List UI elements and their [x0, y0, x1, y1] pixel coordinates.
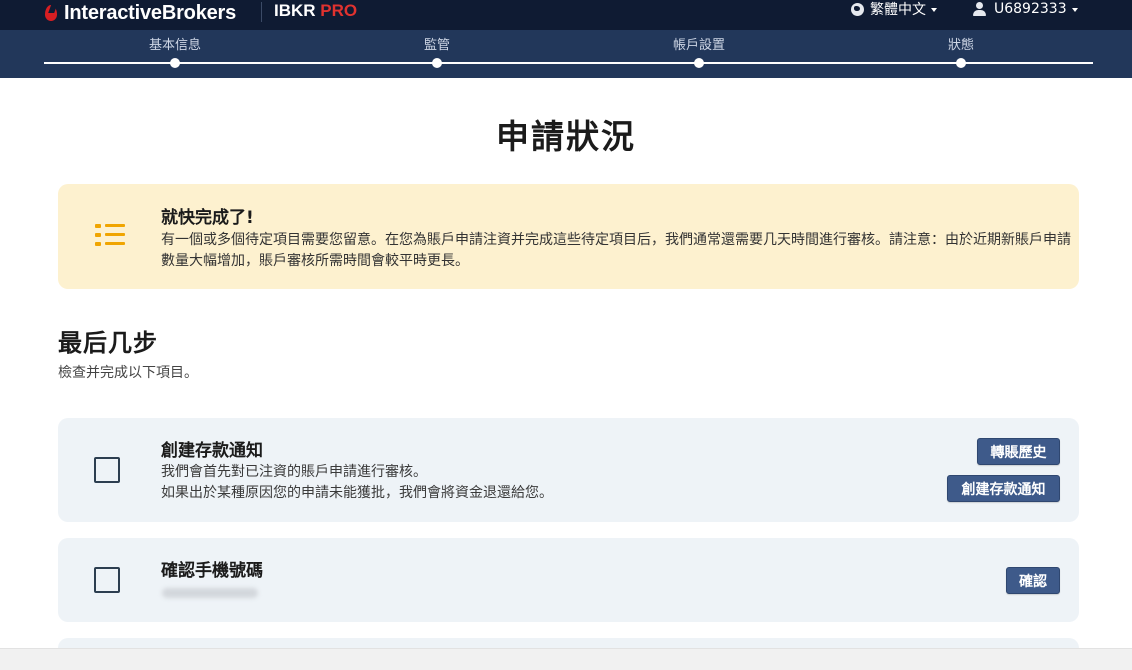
task-card-deposit-notice: 創建存款通知 我們會首先對已注資的賬戶申請進行審核。 如果出於某種原因您的申請未…	[58, 418, 1079, 522]
bottom-scroll-edge	[0, 648, 1132, 670]
notice-title: 就快完成了!	[161, 208, 254, 228]
step-label-account-setup: 帳戶設置	[672, 38, 726, 53]
task-card-confirm-phone: 確認手機號碼 確認	[58, 538, 1079, 622]
transfer-history-button[interactable]: 轉賬歷史	[977, 438, 1060, 465]
confirm-button[interactable]: 確認	[1006, 567, 1060, 594]
logo-text: InteractiveBrokers	[64, 1, 237, 24]
checklist-icon	[95, 223, 125, 247]
step-label-basic-info: 基本信息	[148, 38, 202, 53]
step-label-regulatory: 監管	[423, 38, 451, 53]
redacted-phone-number	[162, 588, 258, 598]
pending-items-notice: 就快完成了! 有一個或多個待定項目需要您留意。在您為賬戶申請注資并完成這些待定項…	[58, 184, 1079, 289]
step-label-status: 狀態	[947, 38, 975, 53]
step-dot-status	[956, 58, 966, 68]
task-description: 我們會首先對已注資的賬戶申請進行審核。	[161, 464, 427, 480]
interactive-brokers-logo[interactable]: InteractiveBrokers	[44, 0, 236, 26]
product-suffix: PRO	[320, 1, 358, 20]
progress-stepper: 基本信息 監管 帳戶設置 狀態	[0, 30, 1132, 78]
create-deposit-notice-button[interactable]: 創建存款通知	[947, 475, 1060, 502]
task-checkbox[interactable]	[94, 567, 120, 593]
language-selector[interactable]: 繁體中文	[851, 0, 937, 18]
user-icon	[972, 2, 986, 16]
section-title: 最后几步	[58, 329, 158, 357]
task-title: 創建存款通知	[161, 441, 263, 461]
page-title: 申請狀況	[496, 117, 636, 156]
product-main: IBKR	[274, 1, 316, 20]
task-title: 確認手機號碼	[161, 561, 263, 581]
stepper-track	[44, 62, 1093, 64]
caret-down-icon	[931, 7, 937, 12]
step-dot-regulatory	[432, 58, 442, 68]
task-checkbox[interactable]	[94, 457, 120, 483]
notice-text: 有一個或多個待定項目需要您留意。在您為賬戶申請注資并完成這些待定項目后，我們通常…	[161, 232, 1071, 269]
caret-down-icon	[1071, 7, 1078, 12]
user-menu[interactable]: U6892333	[972, 0, 1078, 18]
ib-flame-icon	[44, 3, 58, 23]
top-navbar: InteractiveBrokers IBKR PRO 繁體中文 U689233…	[0, 0, 1132, 30]
section-subtitle: 檢查并完成以下項目。	[58, 365, 198, 381]
step-dot-account-setup	[694, 58, 704, 68]
account-id: U6892333	[994, 1, 1067, 17]
task-description: 如果出於某種原因您的申請未能獲批，我們會將資金退還給您。	[161, 485, 553, 501]
globe-icon	[851, 2, 864, 16]
step-dot-basic-info	[170, 58, 180, 68]
logo-divider	[261, 2, 262, 22]
language-label: 繁體中文	[870, 2, 926, 18]
ibkr-pro-badge: IBKR PRO	[274, 1, 357, 21]
